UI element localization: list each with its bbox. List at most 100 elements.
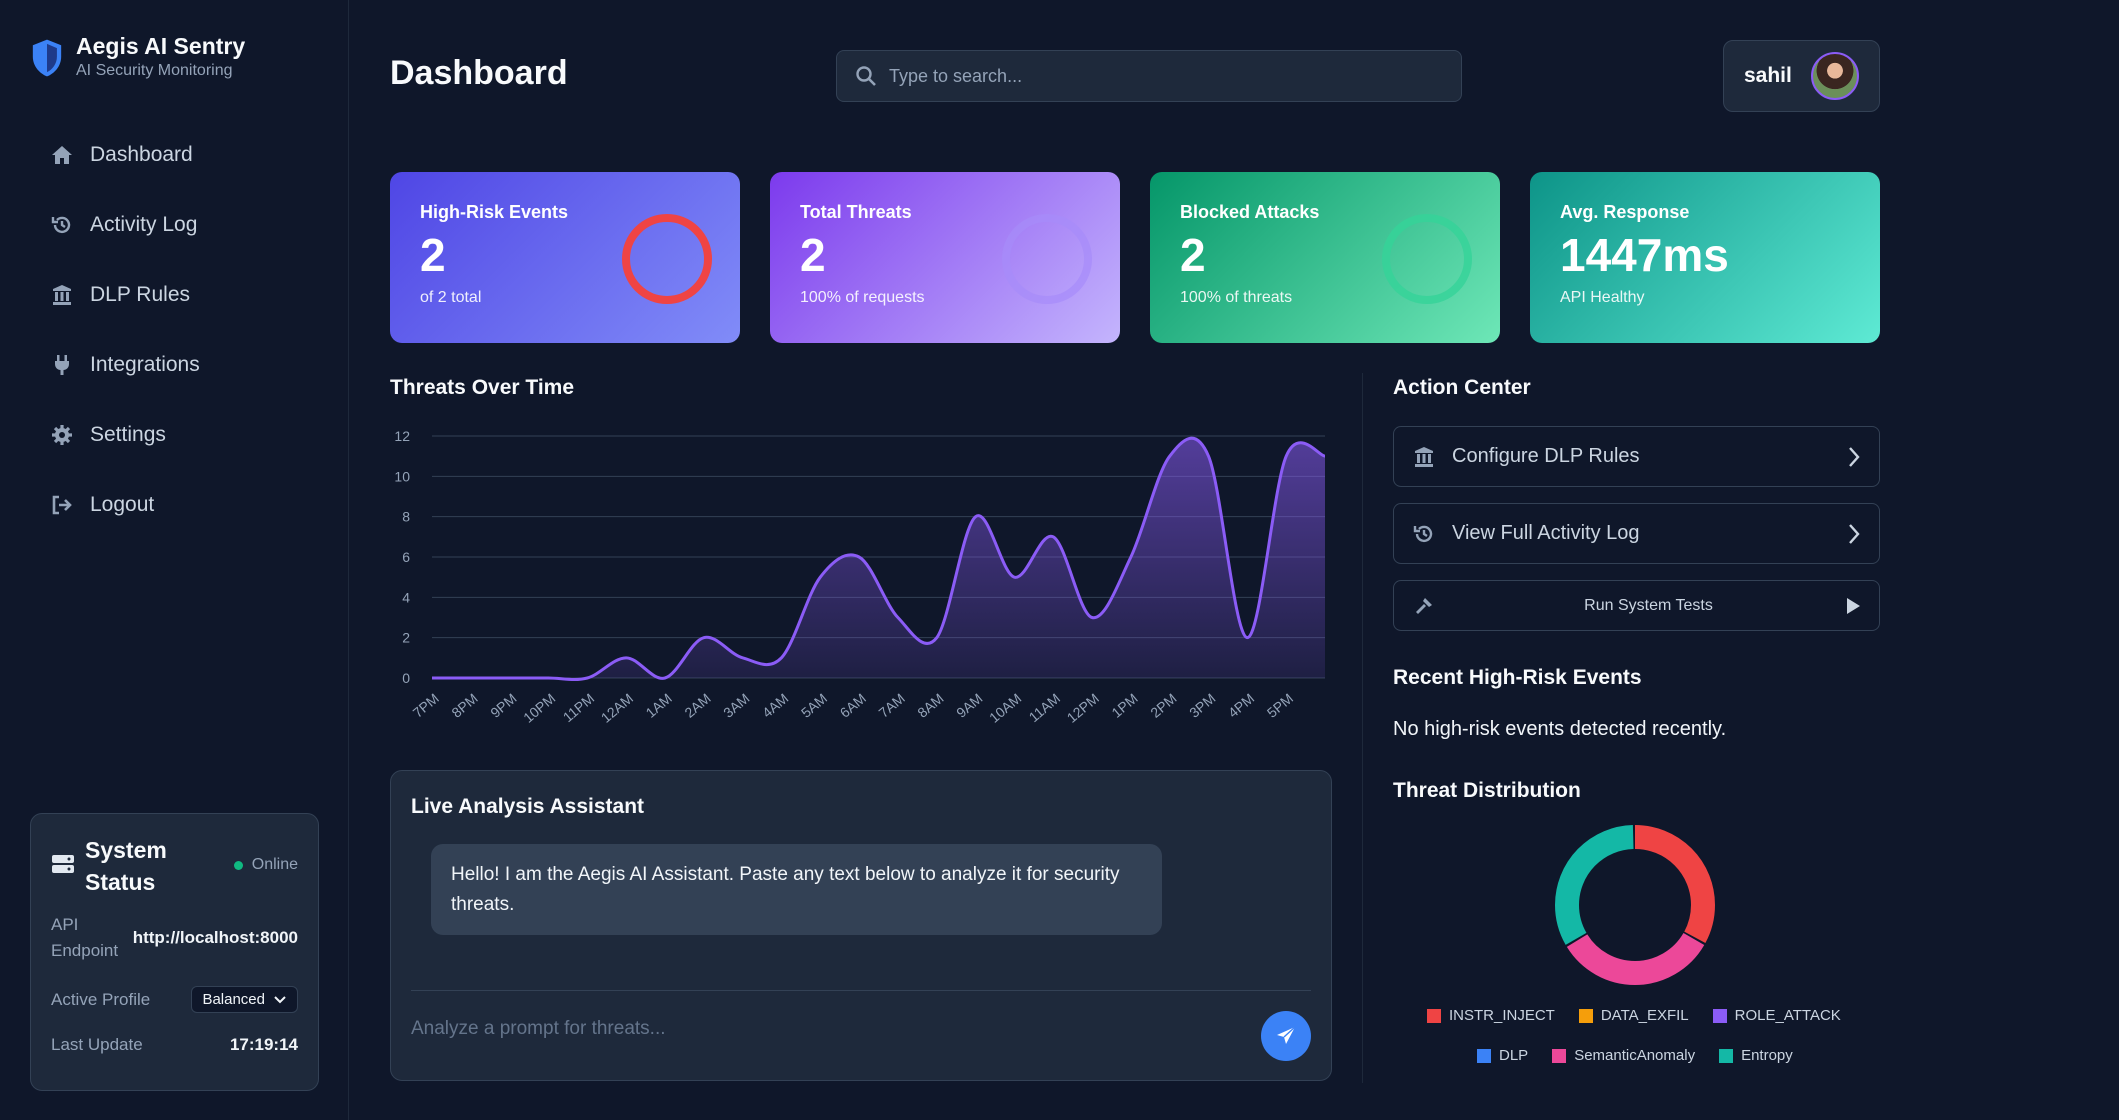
legend-swatch	[1427, 1008, 1441, 1023]
prompt-input[interactable]	[411, 1011, 1211, 1047]
x-tick-label: 3PM	[1186, 690, 1218, 721]
action-center-title: Action Center	[1393, 376, 1531, 399]
search-input[interactable]	[889, 65, 1429, 87]
x-tick-label: 11AM	[1026, 690, 1064, 725]
legend-label: Entropy	[1741, 1047, 1793, 1064]
search-bar[interactable]	[836, 50, 1462, 102]
x-tick-label: 11PM	[560, 690, 598, 725]
recent-events-title: Recent High-Risk Events	[1393, 666, 1642, 689]
profile-select[interactable]: Balanced	[191, 986, 298, 1013]
api-endpoint-label: API Endpoint	[51, 915, 119, 960]
stat-sub: API Healthy	[1560, 289, 1645, 306]
sidebar-item-integrations[interactable]: Integrations	[30, 330, 330, 400]
sidebar-item-label: Activity Log	[90, 213, 198, 236]
x-tick-label: 6AM	[837, 690, 869, 721]
user-name: sahil	[1744, 64, 1792, 87]
threat-distribution-donut	[1555, 825, 1715, 985]
brand-title: Aegis AI Sentry	[76, 33, 246, 59]
legend-label: DLP	[1499, 1047, 1529, 1064]
divider	[411, 990, 1311, 991]
stat-ring	[1382, 214, 1472, 304]
history-icon	[50, 213, 74, 237]
sidebar-item-label: Integrations	[90, 353, 200, 376]
assistant-message: Hello! I am the Aegis AI Assistant. Past…	[431, 844, 1162, 935]
x-tick-label: 10PM	[520, 690, 558, 726]
y-tick-label: 4	[402, 589, 410, 605]
server-icon	[52, 855, 74, 873]
y-tick-label: 8	[402, 509, 410, 525]
legend-item[interactable]: Entropy	[1719, 1047, 1793, 1064]
sidebar-item-dlp-rules[interactable]: DLP Rules	[30, 260, 330, 330]
y-tick-label: 12	[394, 428, 410, 444]
x-tick-label: 2AM	[681, 690, 713, 721]
legend-item[interactable]: DLP	[1477, 1047, 1528, 1064]
analysis-assistant-panel: Live Analysis Assistant Hello! I am the …	[390, 770, 1332, 1081]
api-endpoint-value: http://localhost:8000	[132, 928, 298, 947]
sidebar-item-label: Logout	[90, 493, 155, 516]
recent-events-empty: No high-risk events detected recently.	[1393, 718, 1727, 740]
history-icon	[1412, 522, 1436, 546]
configure-dlp-rules-button[interactable]: Configure DLP Rules	[1393, 426, 1880, 487]
plug-icon	[50, 353, 74, 377]
online-dot	[233, 860, 243, 870]
legend-label: ROLE_ATTACK	[1734, 1007, 1841, 1024]
x-tick-label: 2PM	[1147, 690, 1179, 721]
sidebar-item-dashboard[interactable]: Dashboard	[30, 120, 330, 190]
chevron-down-icon	[274, 995, 286, 1003]
logout-icon	[50, 493, 74, 517]
sidebar-nav: Dashboard Activity Log DLP Rules Integra…	[30, 120, 330, 540]
sidebar-item-settings[interactable]: Settings	[30, 400, 330, 470]
y-tick-label: 10	[394, 468, 410, 484]
avatar[interactable]	[1811, 52, 1859, 100]
x-tick-label: 7AM	[875, 690, 907, 721]
legend-item[interactable]: DATA_EXFIL	[1578, 1007, 1689, 1024]
gear-icon	[50, 423, 74, 447]
sidebar-item-label: Settings	[90, 423, 166, 446]
threats-area-chart: 0246810127PM 8PM 9PM 10PM 11PM 12AM 1AM 2AM 3AM 4…	[394, 428, 1326, 726]
run-system-tests-button[interactable]: Run System Tests	[1393, 580, 1880, 631]
x-tick-label: 8AM	[914, 690, 946, 721]
chevron-right-icon	[1849, 446, 1860, 467]
x-tick-label: 9AM	[953, 690, 985, 721]
legend-swatch	[1719, 1048, 1734, 1063]
x-tick-label: 10AM	[986, 690, 1024, 726]
stat-ring	[1002, 214, 1092, 304]
stat-ring	[622, 214, 712, 304]
y-tick-label: 2	[402, 630, 410, 646]
stat-card-avg-response: Avg. Response 1447ms API Healthy	[1530, 172, 1880, 343]
view-activity-log-button[interactable]: View Full Activity Log	[1393, 503, 1880, 564]
send-button[interactable]	[1261, 1011, 1311, 1061]
legend-item[interactable]: INSTR_INJECT	[1427, 1007, 1555, 1024]
legend-label: DATA_EXFIL	[1600, 1007, 1689, 1024]
active-profile-label: Active Profile	[51, 989, 151, 1009]
sidebar-item-logout[interactable]: Logout	[30, 470, 330, 540]
stat-label: Avg. Response	[1560, 202, 1690, 222]
legend-swatch	[1712, 1008, 1727, 1023]
sidebar-item-activity-log[interactable]: Activity Log	[30, 190, 330, 260]
brand-subtitle: AI Security Monitoring	[76, 62, 233, 79]
building-icon	[50, 283, 74, 307]
x-tick-label: 9PM	[487, 690, 519, 721]
stat-card-total-threats: Total Threats 2 100% of requests	[770, 172, 1120, 343]
x-tick-label: 8PM	[448, 690, 480, 721]
x-tick-label: 1PM	[1108, 690, 1140, 721]
x-tick-label: 5AM	[798, 690, 830, 721]
sidebar: Aegis AI Sentry AI Security Monitoring D…	[0, 0, 349, 1120]
y-tick-label: 0	[402, 670, 410, 686]
legend-item[interactable]: SemanticAnomaly	[1552, 1047, 1695, 1064]
system-status-card: System Status Online API Endpoint http:/…	[30, 813, 319, 1091]
action-label: View Full Activity Log	[1452, 522, 1640, 544]
assistant-title: Live Analysis Assistant	[411, 795, 645, 818]
home-icon	[50, 143, 74, 167]
legend-item[interactable]: ROLE_ATTACK	[1712, 1007, 1841, 1024]
series-area	[432, 438, 1325, 680]
threat-distribution-title: Threat Distribution	[1393, 779, 1581, 802]
last-update-label: Last Update	[51, 1035, 143, 1054]
legend-swatch	[1578, 1008, 1593, 1023]
legend-label: INSTR_INJECT	[1449, 1007, 1555, 1024]
legend-swatch	[1552, 1048, 1567, 1063]
search-icon	[856, 66, 876, 86]
x-tick-label: 12AM	[598, 690, 636, 726]
shield-icon	[32, 39, 62, 77]
user-menu[interactable]: sahil	[1723, 40, 1880, 112]
